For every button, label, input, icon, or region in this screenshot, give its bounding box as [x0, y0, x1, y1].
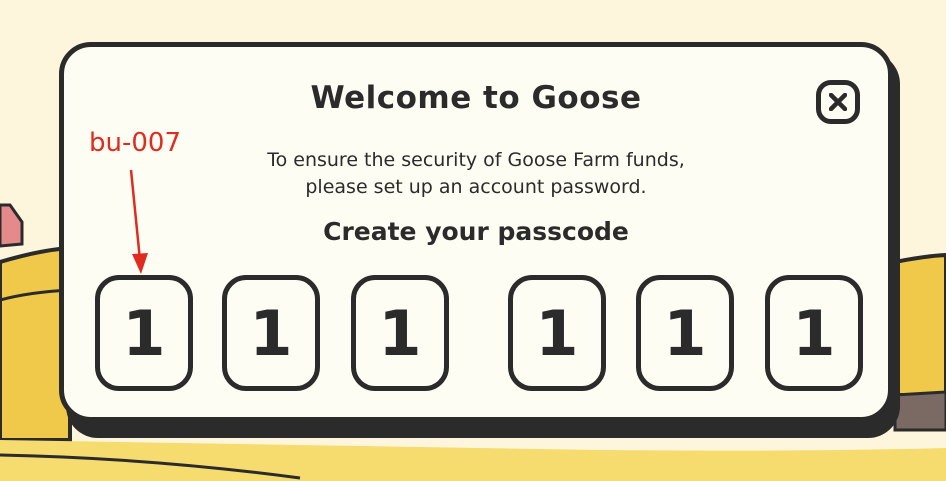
modal-title: Welcome to Goose — [310, 80, 642, 116]
close-button[interactable] — [816, 80, 860, 124]
passcode-digit-5[interactable]: 1 — [636, 275, 734, 391]
passcode-digit-2[interactable]: 1 — [222, 275, 320, 391]
close-x-icon — [829, 93, 847, 111]
annotation-label: bu-007 — [89, 128, 181, 158]
passcode-digit-1[interactable]: 1 — [95, 275, 193, 391]
create-passcode-heading: Create your passcode — [323, 217, 629, 246]
passcode-digit-6[interactable]: 1 — [765, 275, 863, 391]
annotation-arrow-icon — [129, 169, 148, 274]
passcode-digit-4[interactable]: 1 — [508, 275, 606, 391]
description-line-2: please set up an account password. — [305, 176, 647, 198]
passcode-digit-3[interactable]: 1 — [351, 275, 449, 391]
security-description: To ensure the security of Goose Farm fun… — [64, 147, 888, 201]
description-line-1: To ensure the security of Goose Farm fun… — [267, 149, 685, 171]
game-screen: Welcome to Goose To ensure the security … — [0, 0, 946, 481]
